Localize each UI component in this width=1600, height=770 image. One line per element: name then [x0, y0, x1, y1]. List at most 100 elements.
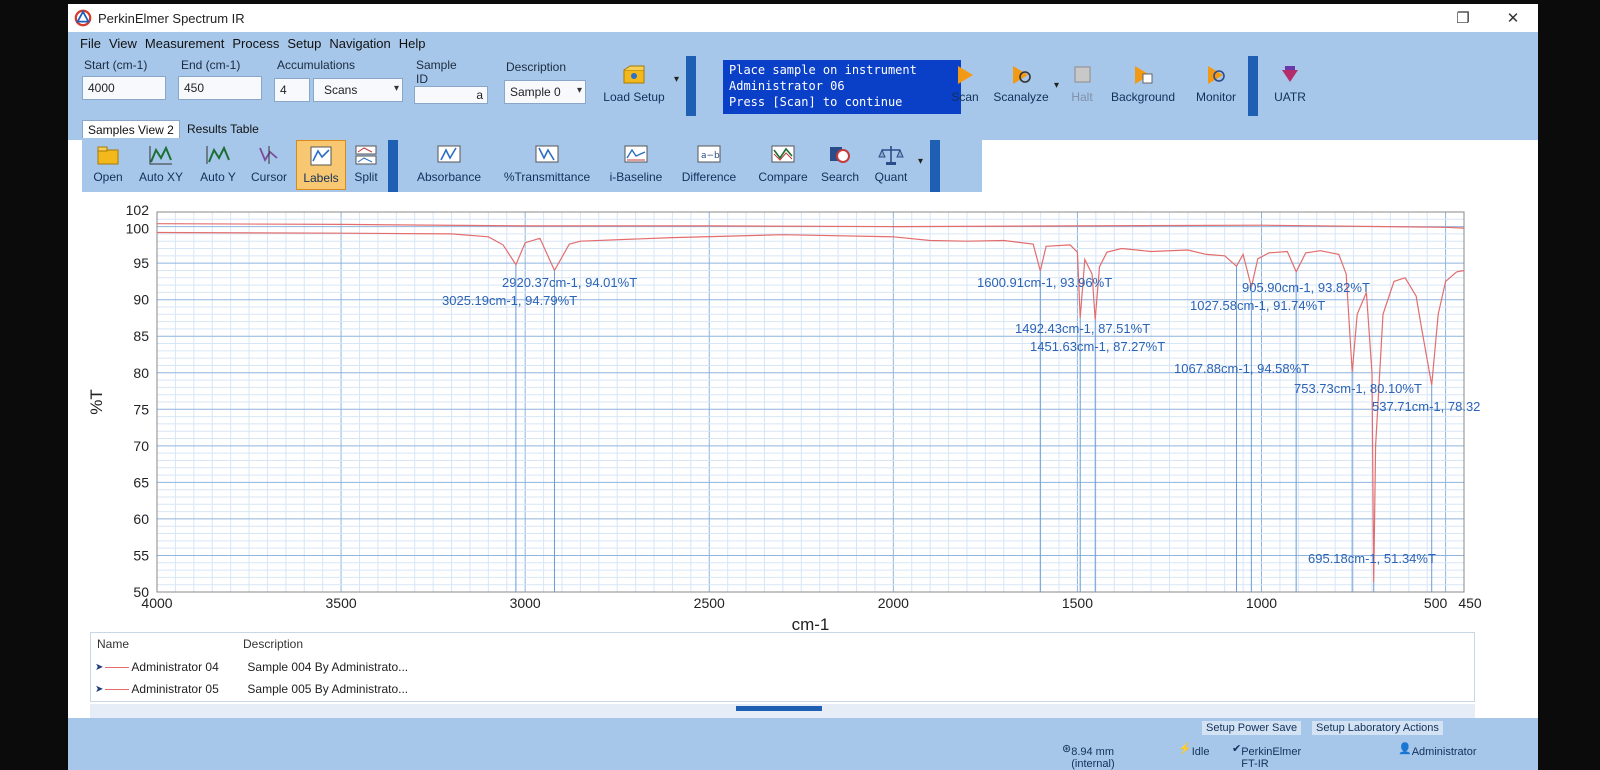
row-pointer-icon: ➤ — [95, 683, 104, 695]
x-tick-label: 450 — [1458, 595, 1482, 611]
peak-label: 1600.91cm-1, 93.96%T — [977, 275, 1112, 290]
spectra-legend-table: Name Description ➤ Administrator 04 Samp… — [90, 632, 1475, 702]
split-view-icon — [355, 145, 377, 165]
menu-process[interactable]: Process — [232, 36, 279, 51]
x-tick-label: 1000 — [1246, 595, 1277, 611]
compare-button[interactable]: Compare — [754, 144, 812, 184]
open-label: Open — [93, 170, 123, 184]
labels-label: Labels — [303, 171, 339, 185]
x-tick-label: 3000 — [510, 595, 541, 611]
setup-laboratory-actions-button[interactable]: Setup Laboratory Actions — [1312, 721, 1443, 735]
auto-xy-button[interactable]: Auto XY — [134, 144, 188, 184]
start-label: Start (cm-1) — [84, 58, 148, 72]
tab-samples-view-2[interactable]: Samples View 2 — [82, 120, 180, 138]
menu-navigation[interactable]: Navigation — [329, 36, 390, 51]
absorbance-icon — [437, 145, 461, 163]
user-status: 👤 Administrator — [1398, 743, 1477, 758]
background-button[interactable]: Background — [1104, 64, 1182, 104]
menu-measurement[interactable]: Measurement — [145, 36, 224, 51]
scan-button[interactable]: Scan — [948, 64, 982, 104]
scan-setup-bar: Start (cm-1) 4000 End (cm-1) 450 Accumul… — [68, 54, 1538, 118]
absorbance-button[interactable]: Absorbance — [412, 144, 486, 184]
menu-file[interactable]: File — [80, 36, 101, 51]
transmittance-label: %Transmittance — [503, 170, 591, 184]
instrument-message-panel: Place sample on instrument Administrator… — [723, 60, 961, 114]
peak-label: 1067.88cm-1, 94.58%T — [1174, 361, 1309, 376]
splitter-bar[interactable] — [90, 704, 1475, 718]
x-tick-label: 2500 — [694, 595, 725, 611]
aperture-value: 8.94 mm (internal) — [1071, 746, 1115, 770]
legend-row-description: Sample 004 By Administrato... — [247, 660, 409, 674]
y-tick-label: 70 — [133, 438, 149, 454]
state-status: ⚡ Idle — [1178, 743, 1210, 758]
difference-button[interactable]: a−b Difference — [676, 144, 742, 184]
peak-label: 753.73cm-1, 80.10%T — [1294, 381, 1422, 396]
split-label: Split — [354, 170, 378, 184]
uatr-label: UATR — [1274, 90, 1306, 104]
close-window-button[interactable]: ✕ — [1488, 9, 1538, 27]
actions-group-expander[interactable] — [1248, 56, 1258, 116]
end-label: End (cm-1) — [181, 58, 241, 72]
labels-button[interactable]: Labels — [296, 140, 346, 190]
load-setup-dropdown-icon[interactable]: ▾ — [674, 74, 679, 85]
quant-button[interactable]: Quant — [868, 144, 914, 184]
spectrum-chart[interactable]: 4000 3500 3000 2500 2000 1500 1000 500 450102100… — [82, 192, 1524, 634]
auto-y-button[interactable]: Auto Y — [194, 144, 242, 184]
halt-button[interactable]: Halt — [1066, 64, 1098, 104]
legend-row[interactable]: ➤ Administrator 05 Sample 005 By Adminis… — [95, 679, 408, 699]
x-tick-label: 2000 — [878, 595, 909, 611]
restore-window-button[interactable]: ❐ — [1438, 9, 1488, 27]
description-field[interactable]: Sample 0 — [504, 80, 586, 104]
transmittance-icon — [535, 145, 559, 163]
setup-power-save-button[interactable]: Setup Power Save — [1202, 721, 1302, 735]
y-axis-title: %T — [87, 389, 106, 415]
legend-row[interactable]: ➤ Administrator 04 Sample 004 By Adminis… — [95, 657, 408, 677]
legend-row-name: Administrator 04 — [131, 660, 219, 674]
instrument-status: ✔ PerkinElmer FT-IR C96101 — [1232, 742, 1301, 770]
menu-view[interactable]: View — [109, 36, 137, 51]
i-baseline-button[interactable]: i-Baseline — [604, 144, 668, 184]
quant-dropdown-icon[interactable]: ▾ — [918, 156, 923, 167]
load-setup-icon — [623, 65, 645, 84]
x-tick-label: 500 — [1424, 595, 1448, 611]
y-tick-label: 80 — [133, 365, 149, 381]
menu-help[interactable]: Help — [399, 36, 426, 51]
view-toolbar: Open Auto XY Auto Y Cursor Labels Split … — [82, 140, 982, 192]
legend-description-header: Description — [243, 637, 304, 651]
monitor-button[interactable]: Monitor — [1188, 64, 1244, 104]
start-field[interactable]: 4000 — [82, 76, 166, 100]
sample-id-field[interactable]: a — [414, 86, 488, 104]
load-setup-button[interactable]: Load Setup — [596, 60, 672, 104]
view-group-expander[interactable] — [388, 140, 398, 192]
cursor-button[interactable]: Cursor — [246, 144, 292, 184]
accumulations-field[interactable]: 4 — [274, 78, 310, 102]
spectrum-chart-panel[interactable]: 4000 3500 3000 2500 2000 1500 1000 500 450 102 100… — [82, 192, 1524, 634]
scanalyze-icon — [1013, 66, 1031, 84]
split-button[interactable]: Split — [348, 144, 384, 184]
title-bar: PerkinElmer Spectrum IR ❐ ✕ — [68, 4, 1538, 32]
baseline-correction-icon — [624, 145, 648, 163]
menu-setup[interactable]: Setup — [287, 36, 321, 51]
description-label: Description — [506, 60, 567, 74]
splitter-handle[interactable] — [736, 706, 822, 711]
y-tick-label: 60 — [133, 511, 149, 527]
accumulations-unit-select[interactable]: Scans — [313, 78, 403, 102]
scanalyze-button[interactable]: Scanalyze — [988, 64, 1054, 104]
tab-results-table[interactable]: Results Table — [182, 120, 264, 138]
search-button[interactable]: Search — [818, 144, 862, 184]
sample-id-label: ID — [416, 72, 428, 86]
end-field[interactable]: 450 — [178, 76, 262, 100]
y-tick-label: 55 — [133, 547, 149, 563]
process-group-expander[interactable] — [930, 140, 940, 192]
setup-group-expander[interactable] — [686, 56, 696, 116]
background-label: Background — [1110, 90, 1176, 104]
uatr-button[interactable]: UATR — [1266, 64, 1314, 104]
peak-label: 1451.63cm-1, 87.27%T — [1030, 339, 1165, 354]
scanalyze-dropdown-icon[interactable]: ▾ — [1054, 80, 1059, 91]
i-baseline-label: i-Baseline — [609, 170, 663, 184]
transmittance-button[interactable]: %Transmittance — [498, 144, 596, 184]
user-value: Administrator — [1411, 746, 1477, 758]
open-button[interactable]: Open — [86, 144, 130, 184]
lab-actions-bar: Setup Power Save Setup Laboratory Action… — [68, 718, 1538, 738]
monitor-icon — [1208, 66, 1225, 84]
